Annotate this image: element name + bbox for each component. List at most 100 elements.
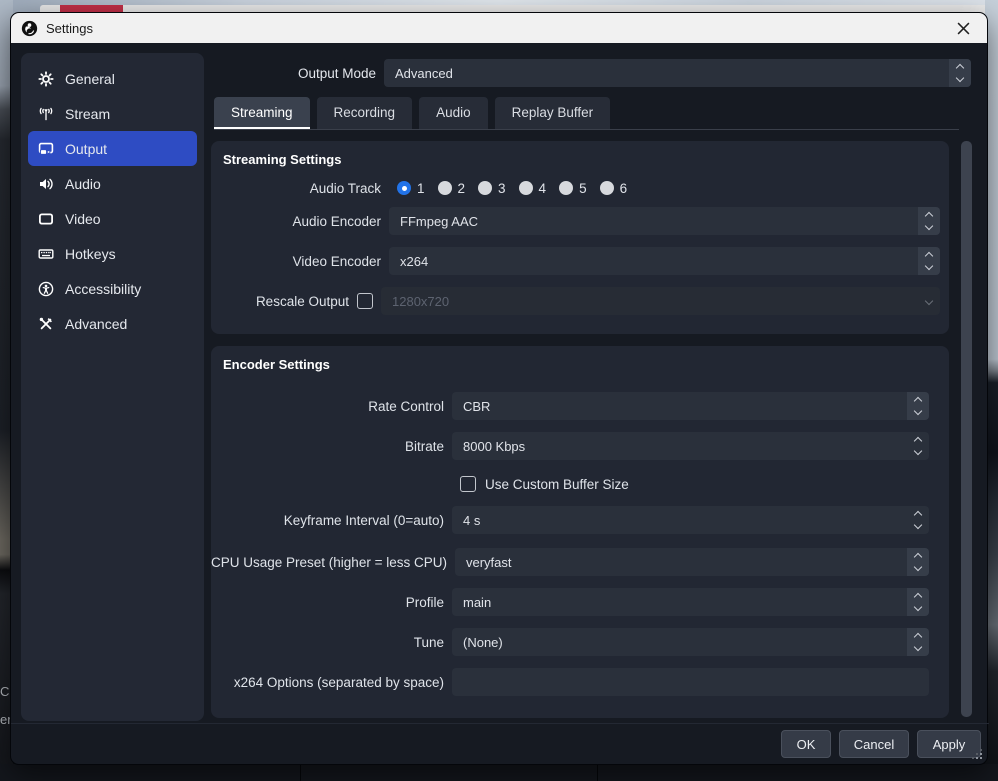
display-icon <box>37 210 54 227</box>
output-mode-row: Output Mode Advanced <box>214 59 971 87</box>
profile-select[interactable]: main <box>452 588 929 616</box>
titlebar[interactable]: Settings <box>11 13 987 43</box>
accessibility-icon <box>37 280 54 297</box>
audio-track-radio-6[interactable] <box>600 181 614 195</box>
video-encoder-value: x264 <box>389 247 918 275</box>
tune-row: Tune (None) <box>211 628 929 656</box>
audio-track-radio-1[interactable] <box>397 181 411 195</box>
tab-audio[interactable]: Audio <box>419 97 488 129</box>
settings-window: Settings General Stream <box>10 12 988 765</box>
ok-button[interactable]: OK <box>781 730 831 758</box>
sidebar-item-output[interactable]: Output <box>28 131 197 166</box>
audio-track-radio-4[interactable] <box>519 181 533 195</box>
tools-icon <box>37 315 54 332</box>
rate-control-select[interactable]: CBR <box>452 392 929 420</box>
x264-options-row: x264 Options (separated by space) <box>211 668 929 696</box>
chevron-updown-icon[interactable] <box>918 207 940 235</box>
chevron-down-icon <box>918 287 940 315</box>
tune-value: (None) <box>452 628 907 656</box>
tune-label: Tune <box>211 635 452 650</box>
custom-buffer-row: Use Custom Buffer Size <box>211 474 929 494</box>
footer-divider <box>11 723 989 724</box>
resize-grip[interactable] <box>980 757 982 759</box>
bitrate-row: Bitrate 8000 Kbps <box>211 432 929 460</box>
audio-track-option-label: 6 <box>620 181 628 196</box>
sidebar-item-advanced[interactable]: Advanced <box>28 306 197 341</box>
sidebar-item-audio[interactable]: Audio <box>28 166 197 201</box>
antenna-icon <box>37 105 54 122</box>
audio-track-option-label: 3 <box>498 181 506 196</box>
tab-streaming[interactable]: Streaming <box>214 97 310 129</box>
cancel-button[interactable]: Cancel <box>839 730 909 758</box>
streaming-settings-header: Streaming Settings <box>223 152 341 167</box>
sidebar-item-general[interactable]: General <box>28 61 197 96</box>
spinner-arrows-icon[interactable] <box>907 432 929 460</box>
speaker-icon <box>37 175 54 192</box>
tab-replay-buffer[interactable]: Replay Buffer <box>495 97 611 129</box>
profile-label: Profile <box>211 595 452 610</box>
vertical-scrollbar[interactable] <box>961 141 972 717</box>
screen-share-icon <box>37 140 54 157</box>
rescale-output-row: Rescale Output 1280x720 <box>211 287 940 315</box>
rate-control-label: Rate Control <box>211 399 452 414</box>
audio-encoder-row: Audio Encoder FFmpeg AAC <box>211 207 940 235</box>
sidebar-item-label: Accessibility <box>65 281 141 297</box>
sidebar-item-label: Output <box>65 141 107 157</box>
video-encoder-row: Video Encoder x264 <box>211 247 940 275</box>
chevron-updown-icon[interactable] <box>918 247 940 275</box>
audio-encoder-label: Audio Encoder <box>211 214 389 229</box>
sidebar-item-label: Video <box>65 211 101 227</box>
audio-track-option-label: 1 <box>417 181 425 196</box>
cpu-usage-preset-value: veryfast <box>455 548 907 576</box>
tabs-divider <box>214 129 959 130</box>
spinner-arrows-icon[interactable] <box>907 506 929 534</box>
sidebar-item-label: Audio <box>65 176 101 192</box>
profile-value: main <box>452 588 907 616</box>
sidebar-item-video[interactable]: Video <box>28 201 197 236</box>
audio-track-radio-group: 1 2 3 4 5 6 <box>397 181 640 196</box>
video-encoder-select[interactable]: x264 <box>389 247 940 275</box>
bitrate-spinner[interactable]: 8000 Kbps <box>452 432 929 460</box>
keyframe-interval-value: 4 s <box>452 506 907 534</box>
sidebar-item-accessibility[interactable]: Accessibility <box>28 271 197 306</box>
cpu-usage-preset-select[interactable]: veryfast <box>455 548 929 576</box>
x264-options-input[interactable] <box>452 668 929 696</box>
audio-track-option-label: 2 <box>458 181 466 196</box>
cpu-usage-preset-label: CPU Usage Preset (higher = less CPU) <box>211 555 455 570</box>
streaming-settings-panel: Streaming Settings Audio Track 1 2 3 4 5… <box>211 141 949 334</box>
background-divider <box>300 764 301 781</box>
chevron-updown-icon[interactable] <box>907 392 929 420</box>
audio-track-radio-5[interactable] <box>559 181 573 195</box>
chevron-updown-icon[interactable] <box>907 548 929 576</box>
profile-row: Profile main <box>211 588 929 616</box>
close-button[interactable] <box>949 14 977 42</box>
sidebar: General Stream Output Audio <box>21 53 204 721</box>
rescale-resolution-select: 1280x720 <box>381 287 940 315</box>
chevron-updown-icon[interactable] <box>907 628 929 656</box>
audio-track-option-label: 5 <box>579 181 587 196</box>
chevron-updown-icon[interactable] <box>949 59 971 87</box>
keyframe-interval-label: Keyframe Interval (0=auto) <box>211 513 452 528</box>
bitrate-value: 8000 Kbps <box>452 432 907 460</box>
sidebar-item-hotkeys[interactable]: Hotkeys <box>28 236 197 271</box>
sidebar-item-label: General <box>65 71 115 87</box>
x264-options-fieldwrap <box>452 668 929 696</box>
output-mode-select[interactable]: Advanced <box>384 59 971 87</box>
apply-button[interactable]: Apply <box>917 730 981 758</box>
obs-logo-icon <box>21 20 38 37</box>
output-mode-value: Advanced <box>384 59 949 87</box>
sidebar-item-stream[interactable]: Stream <box>28 96 197 131</box>
audio-track-radio-2[interactable] <box>438 181 452 195</box>
rescale-output-checkbox[interactable] <box>357 293 373 309</box>
tune-select[interactable]: (None) <box>452 628 929 656</box>
custom-buffer-checkbox[interactable] <box>460 476 476 492</box>
sidebar-item-label: Hotkeys <box>65 246 116 262</box>
tab-recording[interactable]: Recording <box>317 97 413 129</box>
audio-track-radio-3[interactable] <box>478 181 492 195</box>
encoder-settings-header: Encoder Settings <box>223 357 330 372</box>
encoder-settings-panel: Encoder Settings Rate Control CBR Bitrat… <box>211 346 949 718</box>
chevron-updown-icon[interactable] <box>907 588 929 616</box>
keyframe-interval-spinner[interactable]: 4 s <box>452 506 929 534</box>
audio-encoder-select[interactable]: FFmpeg AAC <box>389 207 940 235</box>
rate-control-row: Rate Control CBR <box>211 392 929 420</box>
